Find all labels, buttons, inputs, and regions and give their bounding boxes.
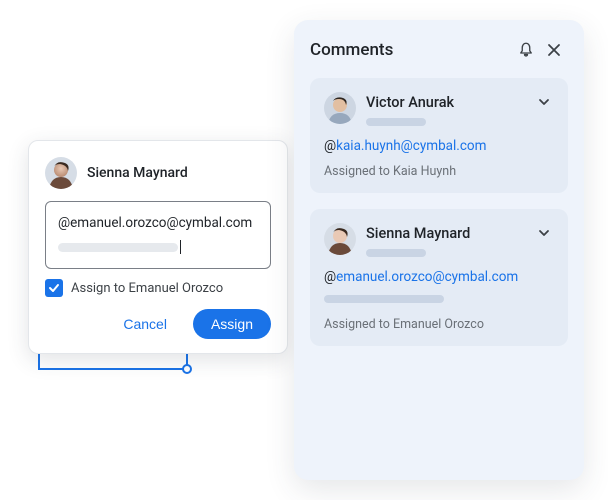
- commenter-name: Victor Anurak: [366, 94, 524, 111]
- comment-card: Sienna Maynard @emanuel.orozco@cymbal.co…: [310, 209, 568, 346]
- check-icon: [48, 282, 60, 294]
- assign-checkbox-label: Assign to Emanuel Orozco: [71, 281, 223, 296]
- assign-checkbox[interactable]: [45, 279, 63, 297]
- placeholder-bar: [58, 243, 178, 252]
- comment-head: Sienna Maynard: [324, 223, 554, 257]
- timestamp-placeholder: [366, 118, 426, 126]
- close-icon: [546, 42, 562, 58]
- comment-card: Victor Anurak @kaia.huynh@cymbal.com Ass…: [310, 78, 568, 193]
- chevron-down-icon: [537, 226, 551, 240]
- mention-input-text: @emanuel.orozco@cymbal.com: [58, 215, 252, 231]
- comments-panel-title: Comments: [310, 40, 512, 60]
- avatar: [324, 92, 356, 124]
- comments-panel-header: Comments: [310, 36, 568, 64]
- mention-link[interactable]: emanuel.orozco@cymbal.com: [336, 269, 518, 285]
- text-caret: [180, 240, 181, 254]
- avatar: [324, 223, 356, 255]
- avatar: [45, 157, 77, 189]
- assigned-text: Assigned to Emanuel Orozco: [324, 317, 554, 332]
- comment-mention: @kaia.huynh@cymbal.com: [324, 138, 554, 154]
- chevron-down-icon: [537, 95, 551, 109]
- expand-button[interactable]: [534, 223, 554, 243]
- assigned-text: Assigned to Kaia Huynh: [324, 164, 554, 179]
- assign-button[interactable]: Assign: [193, 309, 271, 339]
- notifications-button[interactable]: [512, 36, 540, 64]
- expand-button[interactable]: [534, 92, 554, 112]
- commenter-name: Sienna Maynard: [366, 225, 524, 242]
- cancel-button[interactable]: Cancel: [105, 309, 185, 339]
- mention-link[interactable]: kaia.huynh@cymbal.com: [336, 138, 486, 154]
- comment-body-placeholder: [324, 295, 444, 303]
- timestamp-placeholder: [366, 249, 426, 257]
- popover-header: Sienna Maynard: [45, 157, 271, 189]
- input-placeholder-row: [58, 240, 258, 254]
- comment-head: Victor Anurak: [324, 92, 554, 126]
- popover-buttons: Cancel Assign: [45, 309, 271, 339]
- bell-icon: [517, 41, 535, 59]
- comment-mention: @emanuel.orozco@cymbal.com: [324, 269, 554, 285]
- comments-panel: Comments Victor Anurak: [294, 20, 584, 480]
- popover-author-name: Sienna Maynard: [87, 165, 188, 181]
- mention-popover: Sienna Maynard @emanuel.orozco@cymbal.co…: [28, 140, 288, 354]
- mention-input[interactable]: @emanuel.orozco@cymbal.com: [45, 201, 271, 269]
- close-button[interactable]: [540, 36, 568, 64]
- assign-checkbox-row[interactable]: Assign to Emanuel Orozco: [45, 279, 271, 297]
